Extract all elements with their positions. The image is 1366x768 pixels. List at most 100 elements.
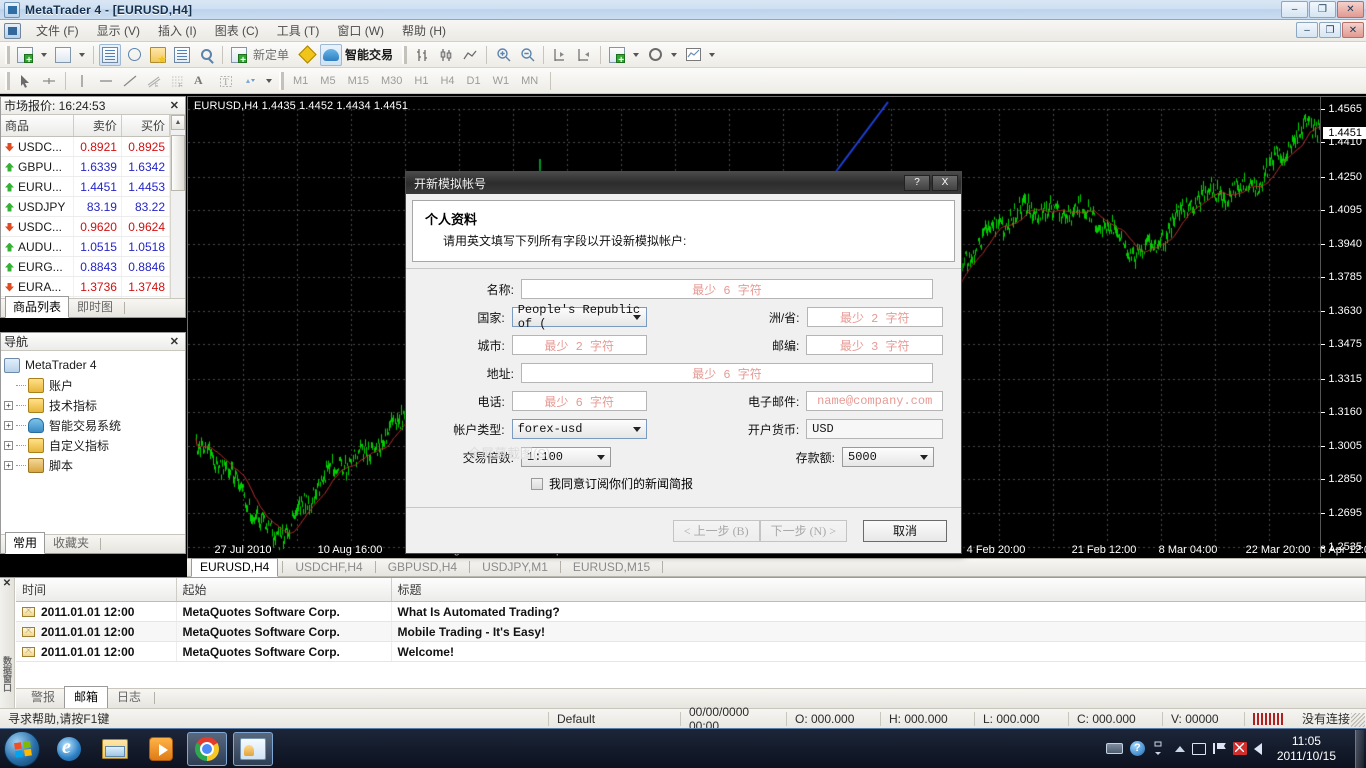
- chart-tab-eurusd-m15[interactable]: EURUSD,M15: [565, 559, 658, 576]
- dialog-help-button[interactable]: ?: [904, 175, 930, 191]
- expert-advisors-icon[interactable]: [320, 43, 343, 66]
- expand-icon[interactable]: +: [4, 400, 13, 410]
- tray-help-icon[interactable]: ?: [1129, 741, 1145, 756]
- tray-network-error-icon[interactable]: [1232, 742, 1247, 755]
- table-row[interactable]: EURA... 1.3736 1.3748: [1, 276, 170, 297]
- alert-icon[interactable]: [296, 44, 318, 66]
- zoom-out-button[interactable]: [516, 44, 538, 66]
- scroll-thumb[interactable]: [171, 135, 185, 191]
- column-subject[interactable]: 标题: [391, 578, 1366, 602]
- fibonacci-icon[interactable]: F: [167, 70, 189, 92]
- navigator-item-3[interactable]: + 自定义指标: [4, 435, 182, 455]
- auto-scroll-button[interactable]: [573, 44, 595, 66]
- timeframe-mn[interactable]: MN: [515, 72, 544, 90]
- data-window-button[interactable]: [123, 44, 145, 66]
- market-watch-close-icon[interactable]: ✕: [167, 99, 182, 112]
- account-type-select[interactable]: forex-usd: [511, 419, 647, 439]
- tray-expand-icon[interactable]: [1152, 741, 1168, 757]
- show-desktop-button[interactable]: [1355, 729, 1364, 768]
- table-row[interactable]: USDJPY 83.19 83.22: [1, 196, 170, 217]
- trendline-icon[interactable]: [119, 70, 141, 92]
- templates-button[interactable]: [682, 44, 704, 66]
- address-input[interactable]: 最少 6 字符: [521, 363, 933, 383]
- timeframe-m1[interactable]: M1: [287, 72, 314, 90]
- navigator-item-1[interactable]: + 技术指标: [4, 395, 182, 415]
- menu-help[interactable]: 帮助 (H): [393, 19, 455, 42]
- navigator-button[interactable]: [147, 44, 169, 66]
- tray-network-icon[interactable]: [1191, 742, 1206, 755]
- next-button[interactable]: 下一步 (N) >: [759, 519, 847, 542]
- chart-tab-usdchf-h4[interactable]: USDCHF,H4: [287, 559, 370, 576]
- mdi-restore-button[interactable]: ❐: [1319, 22, 1341, 38]
- timeframe-h4[interactable]: H4: [434, 72, 460, 90]
- toolbar-grip[interactable]: [5, 45, 10, 64]
- timeframe-h1[interactable]: H1: [408, 72, 434, 90]
- line-chart-button[interactable]: [459, 44, 481, 66]
- email-input[interactable]: name@company.com: [806, 391, 943, 411]
- templates-dropdown[interactable]: [706, 44, 718, 66]
- navigator-item-0[interactable]: 账户: [4, 375, 182, 395]
- new-order-label[interactable]: 新定单: [253, 46, 289, 63]
- column-bid[interactable]: 卖价: [73, 115, 122, 137]
- leverage-select[interactable]: 1:100: [521, 447, 611, 467]
- deposit-select[interactable]: 5000: [842, 447, 934, 467]
- state-input[interactable]: 最少 2 字符: [806, 307, 943, 327]
- cursor-icon[interactable]: [14, 70, 36, 92]
- expand-icon[interactable]: +: [4, 420, 13, 430]
- tab-symbols[interactable]: 商品列表: [5, 296, 70, 318]
- table-row[interactable]: 2011.01.01 12:00 MetaQuotes Software Corp…: [16, 621, 1366, 642]
- table-row[interactable]: EURG... 0.8843 0.8846: [1, 256, 170, 277]
- equidistant-channel-icon[interactable]: E: [143, 70, 165, 92]
- newsletter-row[interactable]: 我同意订阅你们的新闻简报: [531, 475, 943, 492]
- candlestick-chart-button[interactable]: [435, 44, 457, 66]
- bar-chart-button[interactable]: [411, 44, 433, 66]
- indicators-button[interactable]: [606, 44, 628, 66]
- crosshair-icon[interactable]: [38, 70, 60, 92]
- terminal-button[interactable]: [171, 44, 193, 66]
- shapes-dropdown[interactable]: [263, 70, 275, 92]
- toolbar-grip-2[interactable]: [402, 45, 408, 64]
- tab-favorites[interactable]: 收藏夹: [45, 532, 97, 553]
- minimize-button[interactable]: –: [1281, 1, 1308, 18]
- resize-grip[interactable]: [1351, 713, 1365, 727]
- table-row[interactable]: GBPU... 1.6339 1.6342: [1, 156, 170, 177]
- periods-clock-icon[interactable]: [644, 44, 666, 66]
- timeframe-m30[interactable]: M30: [375, 72, 408, 90]
- navigator-close-icon[interactable]: ✕: [167, 335, 182, 348]
- profiles-dropdown[interactable]: [76, 44, 88, 66]
- maximize-button[interactable]: ❐: [1309, 1, 1336, 18]
- horizontal-line-icon[interactable]: [95, 70, 117, 92]
- column-ask[interactable]: 买价: [121, 115, 170, 137]
- timeframe-grip[interactable]: [279, 71, 284, 90]
- text-label-icon[interactable]: T: [215, 70, 237, 92]
- expert-advisors-label[interactable]: 智能交易: [345, 46, 393, 63]
- navigator-root[interactable]: MetaTrader 4: [4, 355, 182, 375]
- navigator-item-4[interactable]: + 脚本: [4, 455, 182, 475]
- text-icon[interactable]: A: [191, 70, 213, 92]
- country-select[interactable]: People's Republic of (: [511, 303, 647, 331]
- mdi-close-button[interactable]: ✕: [1342, 22, 1364, 38]
- taskbar-google-chrome-icon[interactable]: [187, 731, 227, 766]
- indicators-dropdown[interactable]: [630, 44, 642, 66]
- chart-shift-button[interactable]: [549, 44, 571, 66]
- tab-common[interactable]: 常用: [5, 532, 46, 554]
- terminal-tab-0[interactable]: 警报: [22, 687, 64, 708]
- shapes-icon[interactable]: [239, 70, 261, 92]
- timeframe-m5[interactable]: M5: [314, 72, 341, 90]
- new-chart-button[interactable]: [14, 44, 36, 66]
- zip-input[interactable]: 最少 3 字符: [806, 335, 943, 355]
- chart-price-scale[interactable]: 1.4565 1.4410 1.4250 1.4095 1.3940 1.3785 1.36…: [1320, 97, 1366, 557]
- name-input[interactable]: 最少 6 字符: [521, 279, 933, 299]
- navigator-item-2[interactable]: + 智能交易系统: [4, 415, 182, 435]
- menu-file[interactable]: 文件 (F): [27, 19, 88, 42]
- cancel-button[interactable]: 取消: [863, 519, 947, 542]
- table-row[interactable]: AUDU... 1.0515 1.0518: [1, 236, 170, 257]
- taskbar-metatrader-icon[interactable]: [233, 731, 273, 766]
- phone-input[interactable]: 最少 6 字符: [511, 391, 647, 411]
- column-time[interactable]: 时间: [16, 578, 177, 602]
- back-button[interactable]: < 上一步 (B): [672, 519, 760, 542]
- chart-tab-gbpusd-h4[interactable]: GBPUSD,H4: [380, 559, 465, 576]
- tray-volume-icon[interactable]: [1253, 742, 1262, 755]
- tray-action-center-icon[interactable]: [1212, 743, 1226, 754]
- menu-charts[interactable]: 图表 (C): [206, 19, 268, 42]
